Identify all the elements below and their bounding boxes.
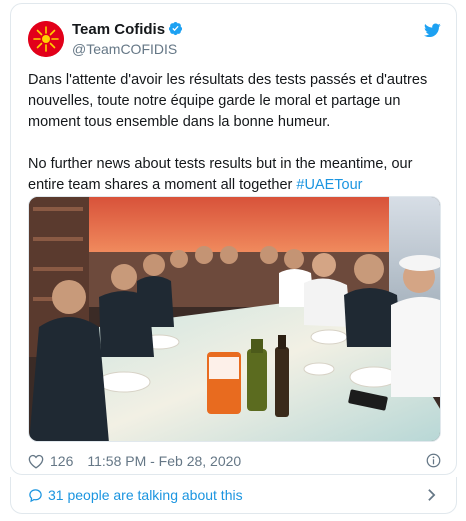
speech-bubble-icon — [29, 488, 42, 502]
chevron-right-icon — [428, 489, 436, 501]
verified-icon — [169, 21, 183, 36]
like-count[interactable]: 126 — [50, 453, 73, 469]
info-icon[interactable] — [426, 453, 441, 468]
twitter-bird-icon[interactable] — [424, 23, 441, 38]
tweet-text: Dans l'attente d'avoir les résultats des… — [28, 70, 446, 196]
tweet-photo[interactable] — [28, 196, 441, 442]
author-name[interactable]: Team Cofidis — [72, 21, 183, 38]
timestamp[interactable]: 11:58 PM - Feb 28, 2020 — [87, 453, 241, 469]
tweet-text-english: No further news about tests results but … — [28, 154, 446, 196]
tweet-meta: 126 11:58 PM - Feb 28, 2020 — [28, 451, 441, 471]
conversation-link[interactable]: 31 people are talking about this — [10, 477, 457, 514]
team-dinner-photo — [29, 197, 440, 441]
talking-count-text[interactable]: 31 people are talking about this — [48, 487, 243, 503]
cofidis-logo — [28, 21, 64, 57]
heart-icon[interactable] — [28, 454, 44, 469]
author-handle[interactable]: @TeamCOFIDIS — [72, 41, 177, 57]
avatar[interactable] — [28, 21, 64, 57]
tweet-text-french: Dans l'attente d'avoir les résultats des… — [28, 72, 428, 130]
tweet-card[interactable]: Team Cofidis @TeamCOFIDIS Dans l'attente… — [10, 3, 457, 475]
hashtag-link[interactable]: #UAETour — [296, 177, 362, 193]
author-name-text[interactable]: Team Cofidis — [72, 21, 165, 38]
